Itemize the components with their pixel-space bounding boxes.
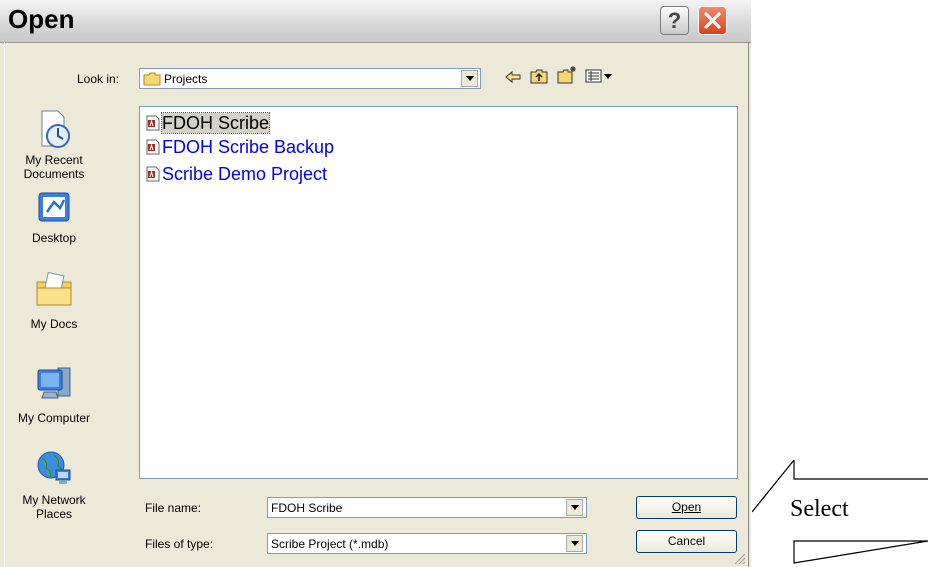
my-computer-icon <box>37 367 71 399</box>
up-folder-icon[interactable] <box>530 68 548 84</box>
chevron-down-icon <box>571 541 579 546</box>
place-my-computer-label: My Computer <box>17 411 91 425</box>
lookin-value: Projects <box>164 72 208 86</box>
place-network-places-label: My Network Places <box>22 493 86 521</box>
cancel-button[interactable]: Cancel <box>636 530 737 553</box>
place-desktop[interactable]: Desktop <box>6 190 102 245</box>
place-network-places[interactable]: My Network Places <box>6 448 102 521</box>
list-item[interactable]: Scribe Demo Project <box>145 163 327 185</box>
filetype-dropdown-button[interactable] <box>566 535 583 552</box>
my-docs-icon <box>36 271 72 306</box>
list-item[interactable]: FDOH Scribe Backup <box>145 136 334 158</box>
file-name: FDOH Scribe <box>160 112 271 134</box>
open-button-label: Open <box>671 500 702 514</box>
file-name: Scribe Demo Project <box>162 164 328 184</box>
filename-dropdown-button[interactable] <box>566 499 583 516</box>
lookin-dropdown[interactable]: Projects <box>139 68 481 89</box>
place-desktop-label: Desktop <box>31 231 77 245</box>
desktop-icon <box>38 192 70 222</box>
place-recent-documents[interactable]: My Recent Documents <box>6 108 102 181</box>
help-icon: ? <box>667 8 682 33</box>
access-database-icon <box>146 166 160 182</box>
access-database-icon <box>146 115 160 131</box>
filename-combobox[interactable]: FDOH Scribe <box>267 497 587 518</box>
filetype-value: Scribe Project (*.mdb) <box>271 537 389 551</box>
dialog-title: Open <box>8 4 75 34</box>
filetype-dropdown[interactable]: Scribe Project (*.mdb) <box>267 533 587 554</box>
close-button[interactable] <box>698 6 727 35</box>
place-my-computer[interactable]: My Computer <box>6 364 102 425</box>
help-button[interactable]: ? <box>660 6 689 35</box>
close-icon <box>704 12 721 29</box>
recent-documents-icon <box>41 110 70 148</box>
new-folder-icon[interactable] <box>557 65 577 84</box>
lookin-dropdown-button[interactable] <box>461 70 478 87</box>
open-button[interactable]: Open <box>636 496 737 519</box>
place-recent-documents-label: My Recent Documents <box>23 153 85 181</box>
filetype-label: Files of type: <box>145 537 214 551</box>
open-dialog: Open ? Look in: Projects My Recent Docum… <box>0 0 751 567</box>
views-menu-icon[interactable] <box>585 69 613 83</box>
network-places-icon <box>37 451 71 484</box>
access-database-icon <box>146 139 160 155</box>
file-list[interactable]: FDOH Scribe FDOH Scribe Backup Scribe De… <box>139 106 738 479</box>
filename-value: FDOH Scribe <box>271 501 343 515</box>
title-bar[interactable]: Open ? <box>0 0 751 43</box>
place-my-docs-label: My Docs <box>30 317 78 331</box>
place-my-docs[interactable]: My Docs <box>6 271 102 331</box>
chevron-down-icon <box>466 76 474 81</box>
resize-grip-icon[interactable] <box>733 552 746 565</box>
cancel-button-label: Cancel <box>667 534 706 548</box>
back-arrow-icon[interactable] <box>505 70 521 84</box>
list-item[interactable]: FDOH Scribe <box>145 112 271 134</box>
lookin-label: Look in: <box>77 72 120 86</box>
folder-icon <box>143 72 161 86</box>
chevron-down-icon <box>571 505 579 510</box>
file-name: FDOH Scribe Backup <box>162 137 335 157</box>
callout-text: Select <box>790 496 849 522</box>
filename-label: File name: <box>145 501 202 515</box>
